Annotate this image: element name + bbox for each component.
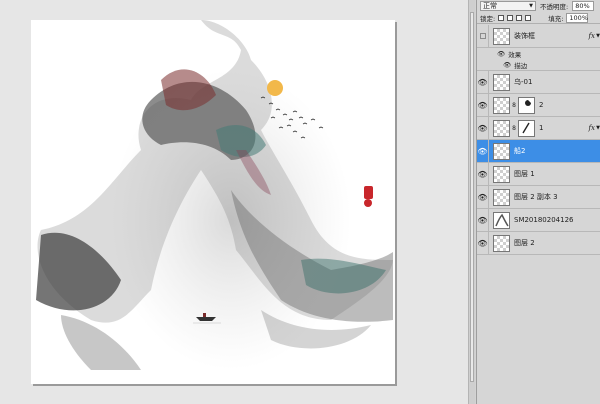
visibility-toggle[interactable]: 👁 (477, 185, 489, 209)
layer-row[interactable]: 👁 8 1 fx ▼ (477, 116, 600, 140)
layer-thumbnail (493, 165, 510, 183)
eye-off-icon (479, 33, 486, 39)
lock-transparency-icon[interactable] (498, 14, 505, 21)
stroke-effect-label: 描边 (514, 61, 528, 70)
layer-row[interactable]: 👁 图层 2 (477, 231, 600, 255)
visibility-toggle[interactable]: 👁 (477, 162, 489, 186)
scrollbar-thumb[interactable] (470, 12, 474, 382)
effects-list: 👁 效果 👁 描边 (477, 48, 600, 71)
eye-icon: 👁 (477, 100, 488, 110)
opacity-field[interactable]: 80% (572, 1, 595, 11)
layer-thumbnail (493, 234, 510, 252)
eye-icon[interactable]: 👁 (503, 61, 511, 69)
layer-name: 2 (539, 101, 544, 109)
visibility-toggle[interactable]: 👁 (477, 139, 489, 163)
lock-all-icon[interactable] (525, 14, 532, 21)
layer-name: 1 (539, 124, 544, 132)
eye-icon: 👁 (477, 215, 488, 225)
vertical-scrollbar[interactable] (468, 0, 475, 404)
fill-label: 填充: (548, 14, 564, 23)
chevron-down-icon[interactable]: ▼ (596, 33, 600, 39)
visibility-toggle[interactable] (477, 24, 489, 48)
layer-thumbnail (493, 142, 510, 160)
visibility-toggle[interactable]: 👁 (477, 93, 489, 117)
lock-position-icon[interactable] (516, 14, 523, 21)
layers-panel: 正常 ▼ 不透明度: 80% 锁定: 填充: 100% 装饰框 fx ▼ 👁 效… (476, 0, 600, 404)
sun (267, 80, 283, 96)
layer-name: 乌-01 (514, 78, 533, 86)
layer-name: 装饰框 (514, 32, 535, 40)
red-seal-round (364, 199, 372, 207)
layer-thumbnail (493, 119, 510, 137)
eye-icon: 👁 (477, 123, 488, 133)
layer-row[interactable]: 👁 SM20180204126 (477, 208, 600, 232)
eye-icon: 👁 (477, 169, 488, 179)
fx-icon[interactable]: fx (588, 124, 595, 132)
layer-thumbnail (493, 27, 510, 45)
canvas-workspace[interactable] (0, 0, 468, 404)
layer-name: SM20180204126 (514, 216, 574, 224)
foothill-wash (61, 315, 141, 370)
blend-row: 正常 ▼ 不透明度: 80% (477, 0, 600, 12)
layer-row[interactable]: 装饰框 fx ▼ (477, 24, 600, 48)
eye-icon[interactable]: 👁 (497, 50, 505, 58)
eye-icon: 👁 (477, 238, 488, 248)
red-seal (364, 186, 373, 199)
stroke-effect-row[interactable]: 👁 描边 (477, 59, 600, 70)
chevron-down-icon: ▼ (529, 3, 533, 9)
layer-row[interactable]: 👁 图层 2 副本 3 (477, 185, 600, 209)
eye-icon: 👁 (477, 146, 488, 156)
blend-mode-select[interactable]: 正常 ▼ (480, 1, 536, 11)
layer-row[interactable]: 👁 图层 1 (477, 162, 600, 186)
blend-mode-value: 正常 (483, 2, 497, 10)
visibility-toggle[interactable]: 👁 (477, 231, 489, 255)
layer-thumbnail (493, 73, 510, 91)
visibility-toggle[interactable]: 👁 (477, 208, 489, 232)
layer-thumbnail (493, 96, 510, 114)
layer-name: 图层 2 副本 3 (514, 193, 558, 201)
layer-row-selected[interactable]: 👁 船2 (477, 139, 600, 163)
effects-row[interactable]: 👁 效果 (477, 48, 600, 59)
layer-row[interactable]: 👁 乌-01 (477, 70, 600, 94)
lock-label: 锁定: (480, 14, 496, 23)
lock-pixels-icon[interactable] (507, 14, 514, 21)
document-canvas[interactable] (31, 20, 395, 384)
chevron-down-icon[interactable]: ▼ (596, 125, 600, 131)
layer-name: 船2 (514, 147, 526, 155)
layer-thumbnail (493, 188, 510, 206)
opacity-label: 不透明度: (540, 3, 569, 11)
ink-landscape-artwork (36, 20, 393, 370)
eye-icon: 👁 (477, 192, 488, 202)
link-icon[interactable]: 8 (511, 102, 517, 109)
link-icon[interactable]: 8 (511, 125, 517, 132)
lock-row: 锁定: 填充: 100% (477, 12, 600, 24)
layer-name: 图层 1 (514, 170, 535, 178)
layer-list: 装饰框 fx ▼ 👁 效果 👁 描边 👁 乌-01 👁 8 2 👁 8 1 fx… (477, 24, 600, 255)
layer-row[interactable]: 👁 8 2 (477, 93, 600, 117)
eye-icon: 👁 (477, 77, 488, 87)
visibility-toggle[interactable]: 👁 (477, 70, 489, 94)
visibility-toggle[interactable]: 👁 (477, 116, 489, 140)
layer-name: 图层 2 (514, 239, 535, 247)
fill-field[interactable]: 100% (566, 12, 589, 23)
layer-mask-thumbnail[interactable] (518, 96, 535, 114)
layer-thumbnail (493, 211, 510, 229)
layer-mask-thumbnail[interactable] (518, 119, 535, 137)
effects-label: 效果 (508, 50, 522, 59)
fx-icon[interactable]: fx (588, 32, 595, 40)
